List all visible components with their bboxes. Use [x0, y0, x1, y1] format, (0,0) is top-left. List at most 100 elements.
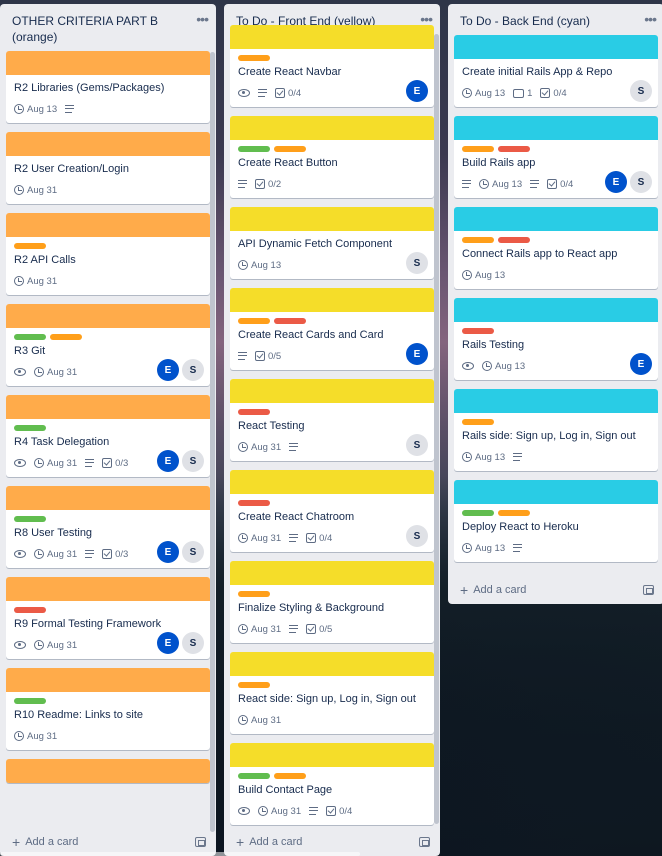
card-label-red[interactable]: [238, 409, 270, 415]
add-card-button[interactable]: + Add a card: [236, 835, 302, 849]
card-label-label_orange[interactable]: [14, 243, 46, 249]
card[interactable]: Deploy React to Heroku Aug 13: [454, 480, 658, 562]
card-labels: [238, 146, 426, 152]
member-avatar-e[interactable]: E: [157, 359, 179, 381]
add-card-button[interactable]: + Add a card: [460, 583, 526, 597]
card-label-green[interactable]: [14, 334, 46, 340]
check-text: 0/2: [268, 178, 282, 190]
card-template-icon[interactable]: [419, 837, 430, 847]
card-cover: [6, 132, 210, 156]
card-label-red[interactable]: [238, 500, 270, 506]
card-label-green[interactable]: [14, 698, 46, 704]
member-avatar-s[interactable]: S: [406, 252, 428, 274]
card-template-icon[interactable]: [195, 837, 206, 847]
card-label-label_orange[interactable]: [462, 237, 494, 243]
desc-badge: [258, 89, 267, 97]
card-cover: [6, 668, 210, 692]
card[interactable]: Connect Rails app to React app Aug 13: [454, 207, 658, 289]
card-label-label_orange[interactable]: [238, 55, 270, 61]
check-text: 0/5: [319, 623, 333, 635]
member-avatar-s[interactable]: S: [406, 434, 428, 456]
member-avatar-e[interactable]: E: [157, 450, 179, 472]
member-avatar-e[interactable]: E: [406, 80, 428, 102]
member-avatar-e[interactable]: E: [406, 343, 428, 365]
card[interactable]: Create initial Rails App & Repo Aug 13 1 0/…: [454, 35, 658, 107]
card-label-label_orange[interactable]: [238, 591, 270, 597]
member-avatar-e[interactable]: E: [157, 541, 179, 563]
member-avatar-e[interactable]: E: [605, 171, 627, 193]
clock-text: Aug 31: [251, 532, 282, 544]
card-label-red[interactable]: [462, 328, 494, 334]
card-label-green[interactable]: [14, 425, 46, 431]
card-title: R2 User Creation/Login: [14, 163, 129, 175]
member-avatar-s[interactable]: S: [182, 450, 204, 472]
add-card-button[interactable]: + Add a card: [12, 835, 78, 849]
card[interactable]: API Dynamic Fetch Component Aug 13 S: [230, 207, 434, 279]
card-label-label_orange[interactable]: [50, 334, 82, 340]
member-avatar-s[interactable]: S: [182, 541, 204, 563]
card-label-label_orange[interactable]: [274, 773, 306, 779]
card[interactable]: Build Contact Page Aug 31 0/4: [230, 743, 434, 825]
card[interactable]: Create React Cards and Card 0/5 E: [230, 288, 434, 370]
member-avatar-s[interactable]: S: [630, 80, 652, 102]
card-label-label_orange[interactable]: [238, 318, 270, 324]
more-options-icon[interactable]: •••: [420, 12, 433, 26]
member-avatar-s[interactable]: S: [182, 359, 204, 381]
card-label-label_orange[interactable]: [462, 146, 494, 152]
card[interactable]: Finalize Styling & Background Aug 31 0/5: [230, 561, 434, 643]
clock-badge: Aug 13: [462, 543, 505, 554]
card[interactable]: Rails Testing Aug 13 E: [454, 298, 658, 380]
card-label-green[interactable]: [14, 516, 46, 522]
card[interactable]: Create React Chatroom Aug 31 0/4 S: [230, 470, 434, 552]
card-label-label_orange[interactable]: [238, 682, 270, 688]
card-label-label_orange[interactable]: [274, 146, 306, 152]
card-label-green[interactable]: [238, 773, 270, 779]
card-label-red[interactable]: [274, 318, 306, 324]
card[interactable]: React side: Sign up, Log in, Sign out Aug…: [230, 652, 434, 734]
member-avatar-s[interactable]: S: [406, 525, 428, 547]
card[interactable]: R2 Libraries (Gems/Packages) Aug 13: [6, 51, 210, 123]
more-options-icon[interactable]: •••: [196, 12, 209, 26]
card[interactable]: Create React Button 0/2: [230, 116, 434, 198]
card-badges: Aug 13 1 0/4: [462, 83, 650, 103]
card[interactable]: R2 API Calls Aug 31: [6, 213, 210, 295]
card-cover: [230, 743, 434, 767]
card-template-icon[interactable]: [643, 585, 654, 595]
member-avatar-e[interactable]: E: [157, 632, 179, 654]
card-label-red[interactable]: [498, 237, 530, 243]
clock-text: Aug 13: [251, 259, 282, 271]
member-avatar-s[interactable]: S: [182, 632, 204, 654]
card[interactable]: [6, 759, 210, 783]
card[interactable]: R4 Task Delegation Aug 31 0/3 E S: [6, 395, 210, 477]
member-avatar-e[interactable]: E: [630, 353, 652, 375]
card-label-red[interactable]: [498, 146, 530, 152]
card[interactable]: R2 User Creation/Login Aug 31: [6, 132, 210, 204]
card[interactable]: React Testing Aug 31 S: [230, 379, 434, 461]
clock-icon: [238, 442, 248, 452]
card[interactable]: R3 Git Aug 31 E S: [6, 304, 210, 386]
clock-badge: Aug 31: [258, 806, 301, 817]
card-label-label_orange[interactable]: [462, 419, 494, 425]
more-options-icon[interactable]: •••: [644, 12, 657, 26]
card-badges: Aug 31: [14, 271, 202, 291]
horizontal-scrollbar[interactable]: [0, 852, 360, 856]
card[interactable]: Rails side: Sign up, Log in, Sign out Aug…: [454, 389, 658, 471]
card-label-label_orange[interactable]: [498, 510, 530, 516]
card[interactable]: R9 Formal Testing Framework Aug 31 E S: [6, 577, 210, 659]
card-cover: [230, 207, 434, 231]
clock-text: Aug 13: [27, 103, 58, 115]
card[interactable]: R10 Readme: Links to site Aug 31: [6, 668, 210, 750]
member-avatar-s[interactable]: S: [630, 171, 652, 193]
card-label-green[interactable]: [462, 510, 494, 516]
card[interactable]: Build Rails app Aug 13 0/4 E S: [454, 116, 658, 198]
card-label-red[interactable]: [14, 607, 46, 613]
card[interactable]: R8 User Testing Aug 31 0/3 E S: [6, 486, 210, 568]
checklist-icon: [102, 549, 113, 559]
eye-badge: [462, 362, 474, 370]
list-title[interactable]: OTHER CRITERIA PART B (orange): [12, 13, 158, 45]
card[interactable]: Create React Navbar 0/4 E: [230, 25, 434, 107]
card-label-green[interactable]: [238, 146, 270, 152]
clock-icon: [238, 533, 248, 543]
card-members: S: [630, 80, 652, 102]
list-title[interactable]: To Do - Back End (cyan): [460, 13, 590, 29]
